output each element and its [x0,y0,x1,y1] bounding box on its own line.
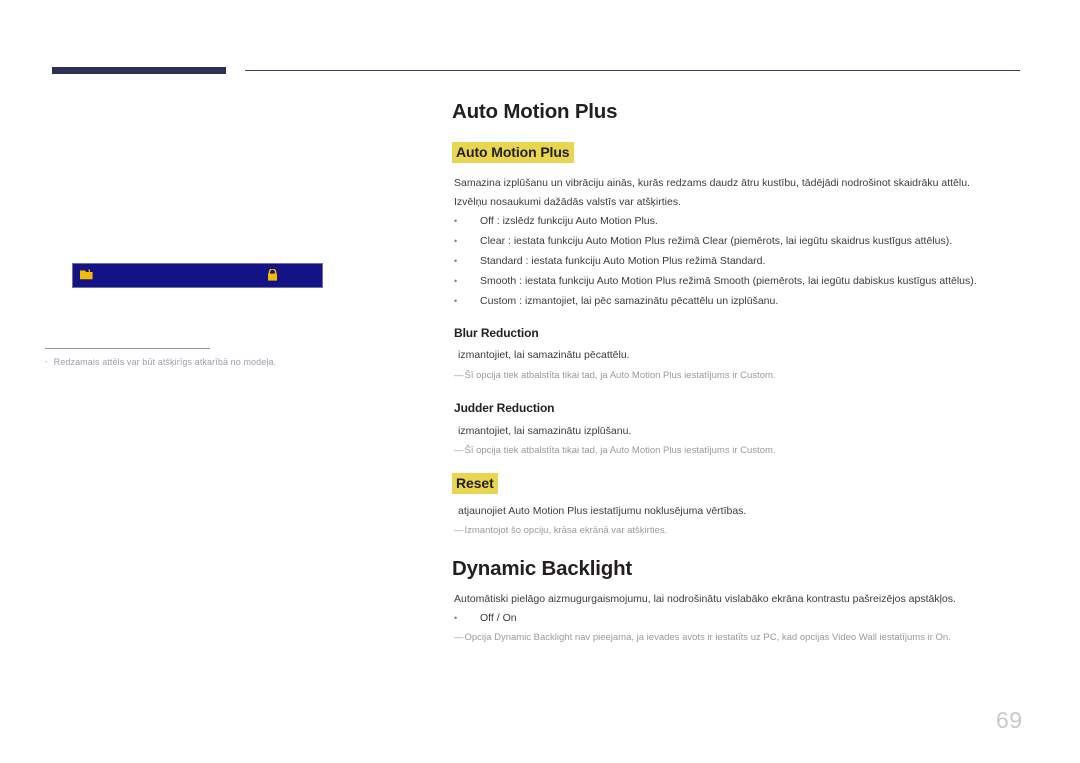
lock-icon [267,268,278,284]
note-dash: — [454,370,463,381]
list-item: • Smooth : iestata funkciju Auto Motion P… [454,274,977,288]
blur-reduction-body: izmantojiet, lai samazinātu pēcattēlu. [458,349,630,361]
auto-motion-plus-intro-line-1: Samazina izplūšanu un vibrāciju ainās, k… [454,177,970,189]
left-illustration-column: - Redzamais attēls var būt atšķirīgs atk… [0,0,420,763]
bullet-marker: • [454,276,458,286]
page-title-dynamic-backlight: Dynamic Backlight [452,557,633,580]
heading-judder-reduction: Judder Reduction [454,401,555,415]
list-item-text: Standard : iestata funkciju Auto Motion … [480,255,766,267]
list-item: • Custom : izmantojiet, lai pēc samazināt… [454,294,778,308]
dynamic-backlight-intro: Automātiski pielāgo aizmugurgaismojumu, … [454,593,956,605]
reset-note: — Izmantojot šo opciju, krāsa ekrānā var … [454,524,667,538]
dynamic-backlight-note: — Opcija Dynamic Backlight nav pieejama, … [454,631,951,645]
bullet-marker: • [454,613,458,623]
judder-reduction-body: izmantojiet, lai samazinātu izplūšanu. [458,425,632,437]
illustration-caption: - Redzamais attēls var būt atšķirīgs atk… [45,355,385,369]
list-item: • Off / On [454,611,517,625]
bullet-marker: • [454,256,458,266]
list-item-text: Custom : izmantojiet, lai pēc samazinātu… [480,295,779,307]
note-text: Izmantojot šo opciju, krāsa ekrānā var a… [464,525,668,536]
note-dash: — [454,525,463,536]
list-item: • Standard : iestata funkciju Auto Motion… [454,254,765,268]
page-title-auto-motion-plus: Auto Motion Plus [452,100,618,123]
list-item: • Off : izslēdz funkciju Auto Motion Plus… [454,214,658,228]
blur-reduction-note: — Šī opcija tiek atbalstīta tikai tad, ja… [454,369,776,383]
folder-icon [80,269,93,283]
reset-body: atjaunojiet Auto Motion Plus iestatījumu… [458,505,747,517]
note-text: Šī opcija tiek atbalstīta tikai tad, ja … [464,370,776,381]
page-number: 69 [996,707,1023,733]
judder-reduction-note: — Šī opcija tiek atbalstīta tikai tad, ja… [454,444,776,458]
list-item-text: Smooth : iestata funkciju Auto Motion Pl… [480,275,977,287]
subsection-heading-auto-motion-plus: Auto Motion Plus [452,142,574,163]
note-dash: — [454,445,463,456]
list-item-text: Clear : iestata funkciju Auto Motion Plu… [480,235,953,247]
osd-screen-mockup [72,263,323,288]
caption-text: Redzamais attēls var būt atšķirīgs atkar… [53,357,277,367]
caption-divider [45,348,210,349]
bullet-marker: • [454,216,458,226]
auto-motion-plus-intro-line-2: Izvēlņu nosaukumi dažādās valstīs var at… [454,196,682,208]
subsection-heading-reset: Reset [452,473,498,494]
bullet-marker: • [454,236,458,246]
list-item-text: Off : izslēdz funkciju Auto Motion Plus. [480,215,658,227]
bullet-marker: • [454,296,458,306]
note-text: Opcija Dynamic Backlight nav pieejama, j… [464,632,951,643]
caption-dash: - [45,357,48,366]
heading-blur-reduction: Blur Reduction [454,326,539,340]
note-text: Šī opcija tiek atbalstīta tikai tad, ja … [464,445,776,456]
list-item-text: Off / On [480,612,517,624]
note-dash: — [454,632,463,643]
list-item: • Clear : iestata funkciju Auto Motion Pl… [454,234,952,248]
